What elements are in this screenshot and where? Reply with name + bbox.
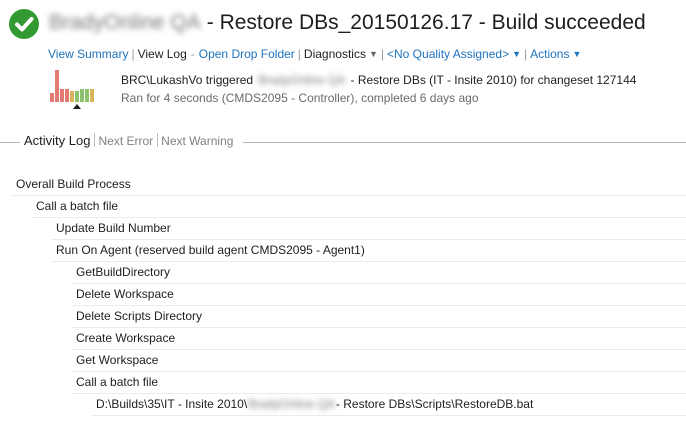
view-log-label[interactable]: View Log	[138, 47, 187, 61]
trigger-line: BRC\LukashVo triggered BradyOnline QA - …	[121, 71, 636, 89]
build-header: BradyOnline QA - Restore DBs_20150126.17 …	[9, 9, 686, 39]
actions-label: Actions	[530, 47, 570, 62]
tab-next-error[interactable]: Next Error	[98, 134, 153, 148]
activity-log-label: D:\Builds\35\IT - Insite 2010\BradyOnlin…	[96, 394, 533, 414]
build-definition-name: BradyOnline QA	[258, 73, 346, 87]
separator: |	[380, 46, 384, 61]
log-tabs: Activity Log Next Error Next Warning	[0, 133, 686, 151]
build-history-bar[interactable]	[85, 89, 89, 102]
diagnostics-menu[interactable]: Diagnostics ▼	[303, 46, 378, 62]
quality-label: <No Quality Assigned>	[387, 47, 510, 62]
activity-log-label: Overall Build Process	[16, 177, 131, 191]
tab-activity-log[interactable]: Activity Log	[24, 133, 90, 148]
activity-log-item[interactable]: Create Workspace	[0, 328, 686, 350]
quality-menu[interactable]: <No Quality Assigned> ▼	[387, 46, 521, 62]
chevron-down-icon: ▼	[512, 49, 521, 60]
divider	[243, 142, 686, 143]
build-history-bar[interactable]	[65, 89, 69, 102]
build-history-bar[interactable]	[80, 89, 84, 102]
triggered-by: BRC\LukashVo triggered	[121, 73, 254, 87]
activity-log-label: Run On Agent (reserved build agent CMDS2…	[56, 243, 365, 257]
build-history-bar[interactable]	[55, 70, 59, 102]
activity-log-item[interactable]: Get Workspace	[0, 350, 686, 372]
build-definition-details: - Restore DBs (IT - Insite 2010) for cha…	[350, 73, 637, 87]
build-info: BRC\LukashVo triggered BradyOnline QA - …	[121, 71, 636, 107]
build-history-bar[interactable]	[90, 89, 94, 102]
log-path-start: D:\Builds\35\IT - Insite 2010\	[96, 397, 248, 411]
activity-log-item[interactable]: Delete Workspace	[0, 284, 686, 306]
activity-log-label: Get Workspace	[76, 353, 159, 367]
diagnostics-label: Diagnostics	[303, 47, 366, 62]
activity-log-item[interactable]: D:\Builds\35\IT - Insite 2010\BradyOnlin…	[0, 394, 686, 416]
build-actions-bar: View Summary | View Log - Open Drop Folder | D…	[48, 46, 581, 61]
log-tab-strip: Activity Log Next Error Next Warning	[24, 133, 233, 148]
separator: |	[524, 46, 528, 61]
open-drop-folder-link[interactable]: Open Drop Folder	[199, 47, 295, 61]
tab-next-warning[interactable]: Next Warning	[161, 134, 233, 148]
activity-log-label: Create Workspace	[76, 331, 176, 345]
activity-log-label: Delete Workspace	[76, 287, 174, 301]
build-title-text: - Restore DBs_20150126.17 - Build succee…	[206, 11, 646, 34]
build-history-bar[interactable]	[50, 93, 54, 102]
build-title: BradyOnline QA - Restore DBs_20150126.17 …	[49, 11, 646, 35]
current-build-marker-icon	[73, 104, 81, 109]
build-definition-prefix: BradyOnline QA	[49, 11, 201, 34]
divider	[0, 142, 20, 143]
activity-log-label: Call a batch file	[36, 199, 119, 213]
activity-log-item[interactable]: Overall Build Process	[0, 174, 686, 196]
check-circle-icon	[9, 9, 39, 39]
activity-log-item[interactable]: Delete Scripts Directory	[0, 306, 686, 328]
chevron-down-icon: ▼	[368, 49, 378, 60]
activity-log-item[interactable]: GetBuildDirectory	[0, 262, 686, 284]
actions-menu[interactable]: Actions ▼	[530, 46, 582, 62]
row-divider	[92, 415, 686, 416]
view-summary-link[interactable]: View Summary	[48, 47, 128, 61]
separator: |	[297, 46, 301, 61]
activity-log-tree: Overall Build Process Call a batch file Up…	[0, 174, 686, 416]
activity-log-item[interactable]: Call a batch file	[0, 372, 686, 394]
separator	[94, 133, 96, 147]
activity-log-item[interactable]: Update Build Number	[0, 218, 686, 240]
run-duration: Ran for 4 seconds (CMDS2095 - Controller…	[121, 91, 479, 105]
log-path-end: - Restore DBs\Scripts\RestoreDB.bat	[335, 397, 534, 411]
activity-log-label: Call a batch file	[76, 375, 159, 389]
separator	[157, 133, 159, 147]
activity-log-item[interactable]: Call a batch file	[0, 196, 686, 218]
chevron-down-icon: ▼	[572, 49, 582, 60]
activity-log-item[interactable]: Run On Agent (reserved build agent CMDS2…	[0, 240, 686, 262]
build-history-bar[interactable]	[60, 89, 64, 102]
build-history-bar[interactable]	[75, 91, 79, 102]
activity-log-label: Delete Scripts Directory	[76, 309, 203, 323]
activity-log-label: GetBuildDirectory	[76, 265, 171, 279]
activity-log-label: Update Build Number	[56, 221, 171, 235]
separator: |	[131, 46, 135, 61]
build-history-bar[interactable]	[70, 91, 74, 102]
separator: -	[190, 46, 195, 61]
build-history-chart[interactable]	[48, 70, 112, 110]
log-path-redacted: BradyOnline QA	[248, 397, 335, 411]
